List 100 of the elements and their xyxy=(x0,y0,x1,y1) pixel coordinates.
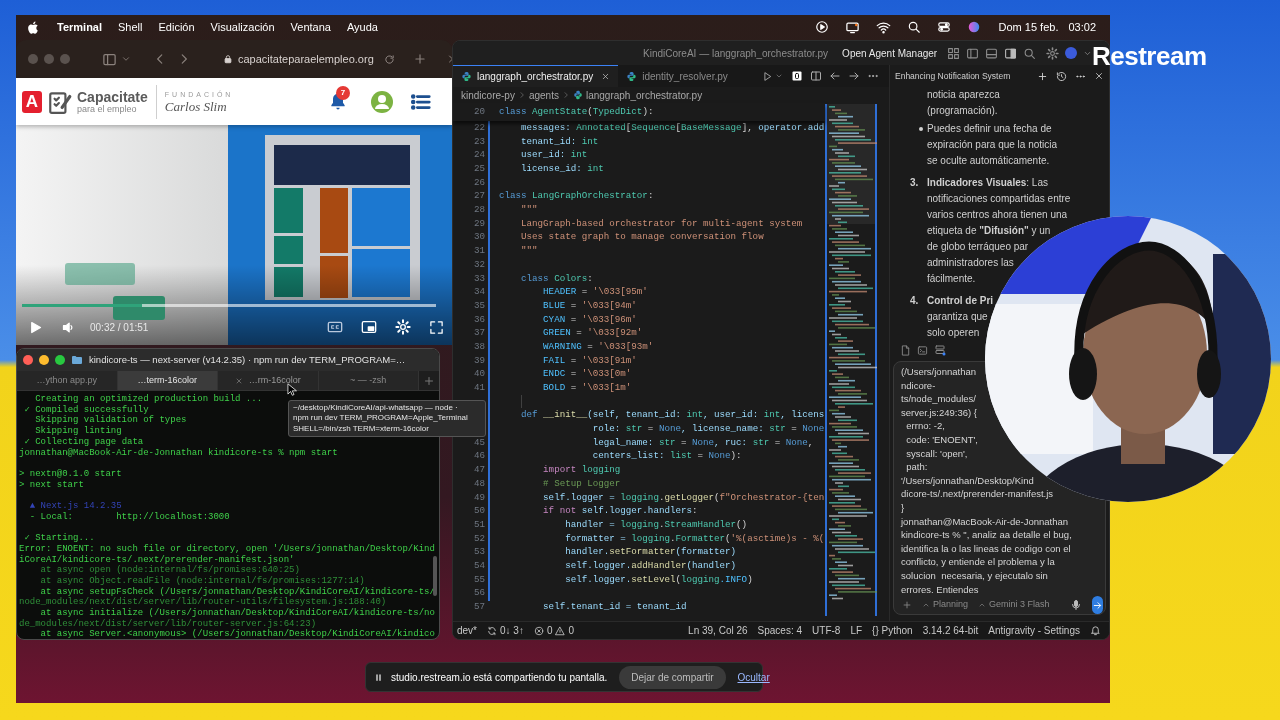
code-line: messages: Annotated[Sequence[BaseMessage], operator.add xyxy=(520,120,825,135)
line-number: 27 xyxy=(472,189,485,204)
code-line: GREEN = '\033[92m' xyxy=(542,326,643,341)
mode-dropdown[interactable]: Planning xyxy=(922,598,969,612)
line-number: 29 xyxy=(472,216,485,231)
status-item[interactable]: Antigravity - Settings xyxy=(988,623,1080,638)
terminal-line: at async Object.readFile (node:internal/fs/promises:1277:14) xyxy=(39,575,365,587)
terminal-line: iCoreAI/kindicore-ts/.next/prerender-manifest.json' xyxy=(19,554,295,565)
line-number: 23 xyxy=(472,134,485,149)
stop-sharing-button[interactable]: Dejar de compartir xyxy=(619,665,726,689)
code-line: BOLD = '\033[1m' xyxy=(542,381,632,395)
code-line: legal_name: str = None, ruc: str = None, xyxy=(591,435,814,450)
terminal-line: at async initialize (/Users/jonnathan/Desktop/KindiCoreAI/kindicore-ts/no xyxy=(39,608,435,619)
code-line: LangGraph-based orchestrator for multi-agent system xyxy=(520,216,803,231)
terminal-line: at async Server.<anonymous> (/Users/jonnathan/Desktop/KindiCoreAI/kindico xyxy=(39,629,435,639)
line-number: 47 xyxy=(472,463,485,477)
sync-status[interactable]: 0↓ 3↑ xyxy=(487,623,524,638)
chat-paragraph: Control de Pri garantiza que solo operen xyxy=(927,294,994,340)
terminal-tab[interactable]: …rm-16color xyxy=(218,371,319,390)
terminal-line: - Local: http://localhost:3000 xyxy=(28,511,230,523)
input-text-line: jonnathan@MacBook-Air-de-Jonnathan xyxy=(901,514,1069,529)
status-item[interactable]: 3.14.2 64-bit xyxy=(922,623,979,638)
terminal-tab[interactable]: …ython app.py xyxy=(17,371,118,390)
list-number: 3. xyxy=(910,176,920,190)
breadcrumb-item[interactable]: agents xyxy=(528,87,559,103)
input-text-line: (/Users/jonnathan xyxy=(901,365,976,379)
terminal-line: ✓ Compiled successfully xyxy=(23,404,149,415)
menu-time[interactable]: 03:02 xyxy=(1068,18,1096,36)
line-number: 51 xyxy=(472,517,485,532)
problems-status[interactable]: 0 0 xyxy=(533,623,575,638)
panel-title: Enhancing Notification System xyxy=(895,69,1011,83)
code-line: ENDC = '\033[0m' xyxy=(542,367,632,382)
code-line: class Colors: xyxy=(520,271,593,286)
menu-item[interactable]: Ayuda xyxy=(346,18,378,36)
input-text-line: dicore-ts/.next/prerender-manifest.js xyxy=(901,487,1054,501)
code-line: tenant_id: int xyxy=(520,134,599,149)
line-number: 28 xyxy=(472,203,485,217)
menu-item[interactable]: Terminal xyxy=(57,18,103,36)
editor-tab[interactable]: identity_resolver.py xyxy=(618,65,736,87)
chat-paragraph: noticia aparezca (programación). xyxy=(927,88,1001,118)
breadcrumb-item[interactable]: langgraph_orchestrator.py xyxy=(585,87,703,103)
status-item[interactable]: Ln 39, Col 26 xyxy=(688,623,748,638)
status-item[interactable]: Spaces: 4 xyxy=(757,623,803,638)
input-text-line: path: xyxy=(905,460,928,474)
menu-item[interactable]: Visualización xyxy=(210,18,275,36)
code-line: # Setup Logger xyxy=(542,476,621,491)
input-text-line: solucion necesaria, y ejecutalo sin xyxy=(901,568,1048,583)
status-item[interactable]: {} Python xyxy=(872,623,913,638)
terminal-line: at async open (node:internal/fs/promises:640:25) xyxy=(39,565,300,576)
input-text-line: conflicto, y entiende el problema y la xyxy=(901,555,1055,569)
line-number: 41 xyxy=(472,381,485,395)
code-line: self.logger.addHandler(handler) xyxy=(564,558,737,573)
line-number: 48 xyxy=(472,476,485,491)
terminal-tab[interactable]: ~ — -zsh xyxy=(318,371,419,390)
code-line: handler.setFormatter(formatter) xyxy=(564,545,737,560)
terminal-tab[interactable]: …term-16color xyxy=(117,371,218,390)
code-line: BLUE = '\033[94m' xyxy=(542,298,637,313)
line-number: 49 xyxy=(472,490,485,505)
terminal-line: Error: ENOENT: no such file or directory, open '/Users/jonnathan/Desktop/Kind xyxy=(19,543,435,555)
brand-tagline: para el empleo xyxy=(77,104,137,114)
breadcrumb-item[interactable]: kindicore-py xyxy=(461,87,515,103)
terminal-line: > nextn@0.1.0 start xyxy=(19,468,122,480)
code-line: HEADER = '\033[95m' xyxy=(542,285,648,299)
menu-item[interactable]: Ventana xyxy=(290,18,331,36)
menu-date[interactable]: Dom 15 feb. xyxy=(998,18,1059,36)
tooltip: ~/desktop/KindiCoreAI/api-whatsapp — node · npm run dev TERM_PROGRAM=Apple_Terminal SHELL=/bin/zsh TERM=xterm-16color xyxy=(288,400,486,437)
agent-manager-link[interactable]: Open Agent Manager xyxy=(842,45,938,61)
line-number: 50 xyxy=(472,504,485,518)
menu-item[interactable]: Edición xyxy=(158,18,195,36)
terminal-line: de_modules/next/dist/server/lib/router-server.js:64:23) xyxy=(19,618,317,629)
chat-paragraph: Puedes definir una fecha de expiración para que la noticia se oculte automáticamente. xyxy=(927,122,1058,168)
line-number: 31 xyxy=(472,244,485,258)
terminal-line: Skipping validation of types xyxy=(34,415,187,426)
terminal-line: ▲ Next.js 14.2.35 xyxy=(28,501,122,512)
branch-status[interactable]: dev* xyxy=(457,623,477,638)
code-line: WARNING = '\033[93m' xyxy=(542,339,654,354)
line-number: 57 xyxy=(472,600,485,614)
status-item[interactable]: UTF-8 xyxy=(812,623,841,638)
input-text-line: '/Users/jonnathan/Desktop/Kind xyxy=(901,473,1034,488)
line-number: 24 xyxy=(472,148,485,163)
status-item[interactable]: LF xyxy=(850,623,863,638)
input-text-line: server.js:249:36) { xyxy=(901,405,978,420)
menu-item[interactable]: Shell xyxy=(118,18,143,36)
code-line: if not self.logger.handlers: xyxy=(542,504,698,518)
hide-link[interactable]: Ocultar xyxy=(737,669,770,685)
line-number: 25 xyxy=(472,162,485,176)
code-line: """ xyxy=(520,203,538,217)
code-line: role: str = None, license_name: str = None xyxy=(591,422,825,436)
foundation-name: Carlos Slim xyxy=(164,99,228,113)
address-bar[interactable]: capacitateparaelempleo.org xyxy=(215,47,403,71)
model-dropdown[interactable]: Gemini 3 Flash xyxy=(978,598,1050,612)
line-number: 36 xyxy=(472,312,485,327)
line-number: 20 xyxy=(472,105,485,119)
terminal-line: ✓ Starting... xyxy=(23,533,95,544)
line-number: 26 xyxy=(472,175,485,190)
editor-tab[interactable]: langgraph_orchestrator.py xyxy=(453,65,619,87)
input-text-line: code: 'ENOENT', xyxy=(905,432,978,447)
line-number: 38 xyxy=(472,339,485,354)
window-title: KindiCoreAI — langgraph_orchestrator.py xyxy=(643,46,829,61)
code-line: class LangGraphOrchestrator: xyxy=(499,189,654,204)
